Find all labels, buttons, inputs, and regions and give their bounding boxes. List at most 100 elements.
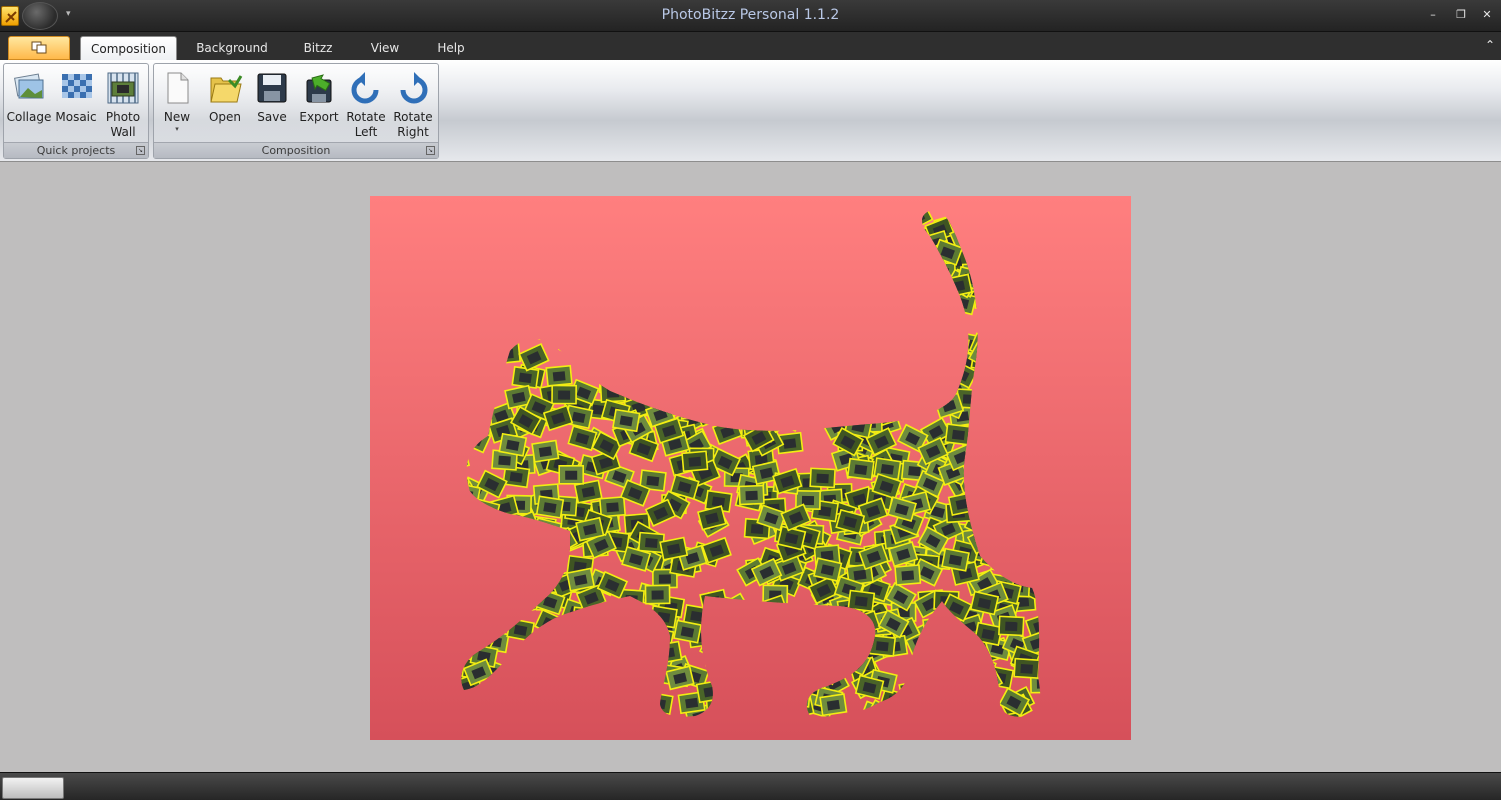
photo-tile xyxy=(686,238,716,265)
photo-tile xyxy=(856,354,884,376)
photo-tile xyxy=(599,286,630,314)
photo-tile xyxy=(1033,551,1041,573)
photo-tile xyxy=(816,606,845,631)
photo-tile xyxy=(670,300,698,322)
tab-help[interactable]: Help xyxy=(428,36,474,60)
photo-tile xyxy=(1024,296,1041,322)
photo-tile xyxy=(987,209,1019,219)
photo-tile xyxy=(838,609,871,640)
photo-tile xyxy=(622,635,654,664)
photo-tile xyxy=(563,221,592,245)
photo-tile xyxy=(1030,246,1041,274)
composition-group-label: Composition xyxy=(154,142,438,158)
photo-tile xyxy=(968,267,996,290)
photo-tile xyxy=(644,584,671,605)
file-menu-tab[interactable] xyxy=(8,36,70,60)
photo-tile xyxy=(809,227,838,251)
photo-tile xyxy=(590,648,622,677)
photo-tile xyxy=(999,489,1028,513)
photo-tile xyxy=(990,550,1019,574)
photo-tile xyxy=(699,588,729,614)
photo-tile xyxy=(779,274,810,302)
photo-tile xyxy=(997,549,1029,578)
photo-tile xyxy=(521,253,550,276)
photo-tile xyxy=(758,401,791,431)
photo-tile xyxy=(461,300,480,324)
tab-composition[interactable]: Composition xyxy=(80,36,177,60)
photo-tile xyxy=(871,367,903,395)
photo-tile xyxy=(488,673,519,700)
export-button[interactable]: Export xyxy=(296,70,342,146)
photo-tile xyxy=(490,601,517,622)
tab-background[interactable]: Background xyxy=(188,36,276,60)
restore-button[interactable]: ❐ xyxy=(1452,7,1470,23)
photo-tile xyxy=(894,564,922,586)
photo-tile xyxy=(1031,471,1041,500)
photo-tile xyxy=(495,224,522,245)
photo-tile xyxy=(559,209,587,230)
photo-tile xyxy=(765,637,797,666)
new-dropdown-icon[interactable]: ▾ xyxy=(154,125,200,133)
photo-tile xyxy=(981,279,1014,309)
photo-tile xyxy=(583,261,615,290)
photo-tile xyxy=(545,364,573,387)
open-button[interactable]: Open xyxy=(202,70,248,146)
photo-tile xyxy=(557,209,585,227)
rotate-right-button[interactable]: Rotate Right xyxy=(390,70,436,146)
photo-tile xyxy=(613,233,643,258)
mosaic-button[interactable]: Mosaic xyxy=(53,70,99,146)
rotate-left-button[interactable]: Rotate Left xyxy=(343,70,389,146)
photo-tile xyxy=(532,209,560,226)
composition-launcher-icon[interactable]: ↘ xyxy=(426,146,435,155)
photo-tile xyxy=(944,423,973,446)
photo-tile xyxy=(534,221,561,242)
photo-tile xyxy=(504,209,536,237)
photo-tile xyxy=(1013,562,1041,586)
photo-tile xyxy=(868,634,897,657)
collage-button[interactable]: Collage xyxy=(6,70,52,146)
photo-tile xyxy=(623,248,655,277)
photo-tile xyxy=(965,209,996,231)
photo-tile xyxy=(916,278,949,308)
photo-tile xyxy=(584,632,615,659)
photo-tile xyxy=(525,646,555,671)
photo-tile xyxy=(803,630,832,654)
new-button[interactable]: New ▾ xyxy=(154,70,200,146)
export-label: Export xyxy=(299,110,339,124)
photo-tile xyxy=(809,656,842,686)
photo-tile xyxy=(571,606,600,629)
ribbon-tab-strip: Composition Background Bitzz View Help ⌃ xyxy=(0,32,1501,60)
save-button[interactable]: Save xyxy=(249,70,295,146)
photo-tile xyxy=(605,209,637,224)
photo-tile xyxy=(539,300,570,327)
photo-tile xyxy=(532,672,565,703)
photo-tile xyxy=(491,216,520,240)
photo-tile xyxy=(626,209,659,222)
quick-projects-launcher-icon[interactable]: ↘ xyxy=(136,146,145,155)
photo-tile xyxy=(461,318,477,348)
photo-wall-button[interactable]: Photo Wall xyxy=(100,70,146,146)
photo-tile xyxy=(902,311,932,337)
photo-tile xyxy=(992,209,1025,221)
collapse-ribbon-icon[interactable]: ⌃ xyxy=(1485,38,1495,52)
horizontal-scroll-thumb[interactable] xyxy=(2,777,64,799)
photo-tile xyxy=(725,264,756,290)
photo-tile xyxy=(623,219,654,246)
tab-bitzz[interactable]: Bitzz xyxy=(292,36,344,60)
photo-tile xyxy=(461,409,491,436)
photo-tile xyxy=(532,675,559,696)
composition-canvas[interactable] xyxy=(370,196,1131,740)
tab-view[interactable]: View xyxy=(362,36,408,60)
photo-tile xyxy=(810,328,841,354)
photo-tile xyxy=(690,361,721,388)
photo-tile xyxy=(494,310,522,334)
photo-tile xyxy=(898,231,927,255)
close-button[interactable]: ✕ xyxy=(1478,7,1496,23)
photo-tile xyxy=(971,362,999,384)
photo-tile xyxy=(819,629,851,658)
photo-tile xyxy=(646,340,673,361)
photo-tile xyxy=(957,688,988,714)
minimize-button[interactable]: – xyxy=(1424,7,1442,23)
photo-tile xyxy=(694,399,726,428)
window-title: PhotoBitzz Personal 1.1.2 xyxy=(661,7,840,23)
